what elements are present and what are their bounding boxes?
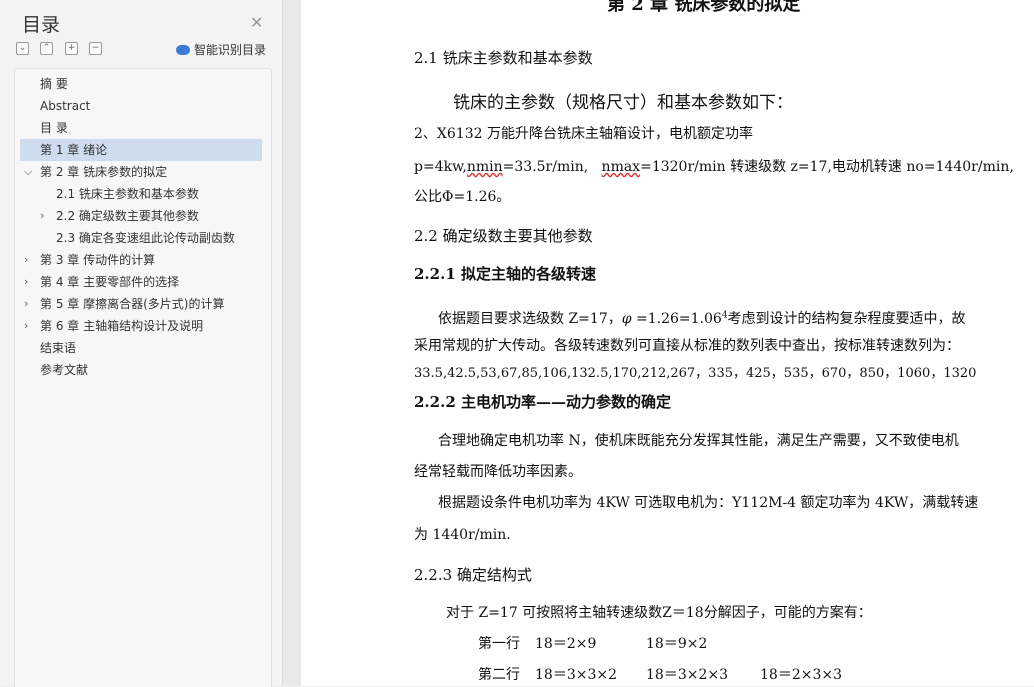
params-nmin: nmin	[466, 159, 503, 175]
toc-item-chapter-5[interactable]: › 第 5 章 摩擦离合器(多片式)的计算	[24, 293, 224, 315]
para3-line2: 为 1440r/min.	[414, 527, 511, 543]
para-text: =1.26=1.06	[631, 311, 722, 327]
params-nmax: nmax	[601, 159, 641, 175]
params-text: p=4kw,	[414, 159, 467, 175]
toc-item-chapter-2[interactable]: ⌵ 第 2 章 铣床参数的拟定	[24, 161, 167, 183]
section-2-2-3-heading: 2.2.3 确定结构式	[414, 566, 532, 584]
row1-option-a: 18＝2×9	[535, 636, 597, 652]
toc-item-2-3[interactable]: 2.3 确定各变速组此论传动副齿数	[56, 227, 235, 249]
toc-item-2-2[interactable]: › 2.2 确定级数主要其他参数	[40, 205, 199, 227]
toc-item-references[interactable]: 参考文献	[40, 359, 88, 381]
toc-item-chapter-6[interactable]: › 第 6 章 主轴箱结构设计及说明	[24, 315, 203, 337]
toc-item-label: 第 1 章 绪论	[40, 143, 108, 157]
chevron-right-icon[interactable]: ›	[24, 249, 28, 271]
toc-item-label: 参考文献	[40, 363, 89, 377]
section-2-2-2-heading: 2.2.2 主电机功率——动力参数的确定	[414, 393, 671, 411]
smart-toc-button[interactable]: 智能识别目录	[176, 41, 266, 58]
ai-cloud-icon	[176, 44, 190, 55]
toc-item-label: 2.2 确定级数主要其他参数	[56, 209, 199, 223]
row2-option-b: 18＝3×2×3	[646, 667, 728, 683]
toc-item-label: 第 2 章 铣床参数的拟定	[40, 165, 168, 179]
toc-item-label: 第 3 章 传动件的计算	[40, 253, 156, 267]
speed-series: 33.5,42.5,53,67,85,106,132.5,170,212,267…	[414, 366, 977, 381]
toc-item-chapter-3[interactable]: › 第 3 章 传动件的计算	[24, 249, 155, 271]
toc-item-label: Abstract	[40, 99, 91, 113]
chevron-right-icon[interactable]: ›	[40, 205, 44, 227]
toc-item-chapter-4[interactable]: › 第 4 章 主要零部件的选择	[24, 271, 179, 293]
intro-text: 铣床的主参数（规格尺寸）和基本参数如下：	[453, 93, 793, 113]
params-text: =1320r/min 转速级数 z=17,电动机转速 no=1440r/min,	[640, 159, 1014, 175]
row1-label: 第一行	[478, 636, 520, 652]
toc-item-label: 目 录	[40, 121, 68, 135]
row2-option-a: 18＝3×3×2	[535, 667, 617, 683]
chevron-right-icon[interactable]: ›	[24, 293, 28, 315]
collapse-all-icon[interactable]: ⌄	[16, 42, 29, 55]
toc-title: 目录	[22, 14, 61, 36]
para4: 对于 Z=17 可按照将主轴转速级数Z＝18分解因子，可能的方案有：	[446, 605, 872, 621]
toc-item-label: 2.1 铣床主参数和基本参数	[56, 187, 199, 201]
chapter-title: 第 2 章 铣床参数的拟定	[607, 0, 801, 15]
para3-line1: 根据题设条件电机功率为 4KW 可选取电机为：Y112M-4 额定功率为 4KW…	[438, 495, 979, 511]
close-icon[interactable]: ✕	[250, 13, 263, 32]
add-icon[interactable]: +	[65, 42, 78, 55]
para2-line2: 经常轻载而降低功率因素。	[414, 464, 582, 480]
row1-option-b: 18＝9×2	[646, 636, 708, 652]
toc-item-label: 第 4 章 主要零部件的选择	[40, 275, 180, 289]
toc-item-2-1[interactable]: 2.1 铣床主参数和基本参数	[56, 183, 199, 205]
row2-label: 第二行	[478, 667, 520, 683]
chevron-down-icon[interactable]: ⌵	[24, 161, 32, 183]
chevron-right-icon[interactable]: ›	[24, 315, 28, 337]
toc-item-label: 2.3 确定各变速组此论传动副齿数	[56, 231, 235, 245]
row2-option-c: 18＝2×3×3	[760, 667, 842, 683]
toc-item-contents[interactable]: 目 录	[40, 117, 68, 139]
toc-item-abstract-en[interactable]: Abstract	[40, 95, 90, 117]
section-2-2-1-heading: 2.2.1 拟定主轴的各级转速	[414, 265, 596, 283]
toc-item-conclusion[interactable]: 结束语	[40, 337, 76, 359]
para1-line2: 采用常规的扩大传动。各级转速数列可直接从标准的数列表中查出，按标准转速数列为：	[414, 338, 960, 354]
smart-toc-label: 智能识别目录	[194, 43, 267, 57]
section-2-2-heading: 2.2 确定级数主要其他参数	[414, 227, 593, 245]
phi-symbol: φ	[621, 311, 632, 327]
toc-item-chapter-1[interactable]: 第 1 章 绪论	[20, 139, 262, 161]
toc-item-label: 结束语	[40, 341, 77, 355]
toc-item-label: 摘 要	[40, 77, 68, 91]
chevron-right-icon[interactable]: ›	[24, 271, 28, 293]
toc-item-label: 第 5 章 摩擦离合器(多片式)的计算	[40, 297, 225, 311]
document-page: 第 2 章 铣床参数的拟定 2.1 铣床主参数和基本参数 铣床的主参数（规格尺寸…	[301, 0, 1034, 686]
params-line: p=4kw,nmin=33.5r/min, nmax=1320r/min 转速级…	[414, 156, 1014, 176]
para-text: 考虑到设计的结构复杂程度要适中，故	[727, 311, 966, 327]
ratio-text: 公比Φ=1.26。	[414, 189, 511, 205]
para-text: 依据题目要求选级数 Z=17，	[438, 311, 622, 327]
item-2-text: 2、X6132 万能升降台铣床主轴箱设计，电机额定功率	[414, 126, 753, 142]
section-2-1-heading: 2.1 铣床主参数和基本参数	[414, 49, 593, 67]
toc-item-label: 第 6 章 主轴箱结构设计及说明	[40, 319, 204, 333]
toc-item-abstract-cn[interactable]: 摘 要	[40, 73, 68, 95]
panel-divider[interactable]	[283, 0, 301, 686]
remove-icon[interactable]: −	[89, 42, 102, 55]
toc-sidebar: 目录 ✕ ⌄ ⌃ + − 智能识别目录 摘 要 Abstract 目 录 第 1…	[0, 0, 283, 687]
para1-line1: 依据题目要求选级数 Z=17，φ =1.26=1.064考虑到设计的结构复杂程度…	[438, 308, 966, 328]
para2-line1: 合理地确定电机功率 N，使机床既能充分发挥其性能，满足生产需要，又不致使电机	[438, 433, 959, 449]
params-text: =33.5r/min,	[502, 159, 602, 175]
expand-up-icon[interactable]: ⌃	[40, 42, 53, 55]
